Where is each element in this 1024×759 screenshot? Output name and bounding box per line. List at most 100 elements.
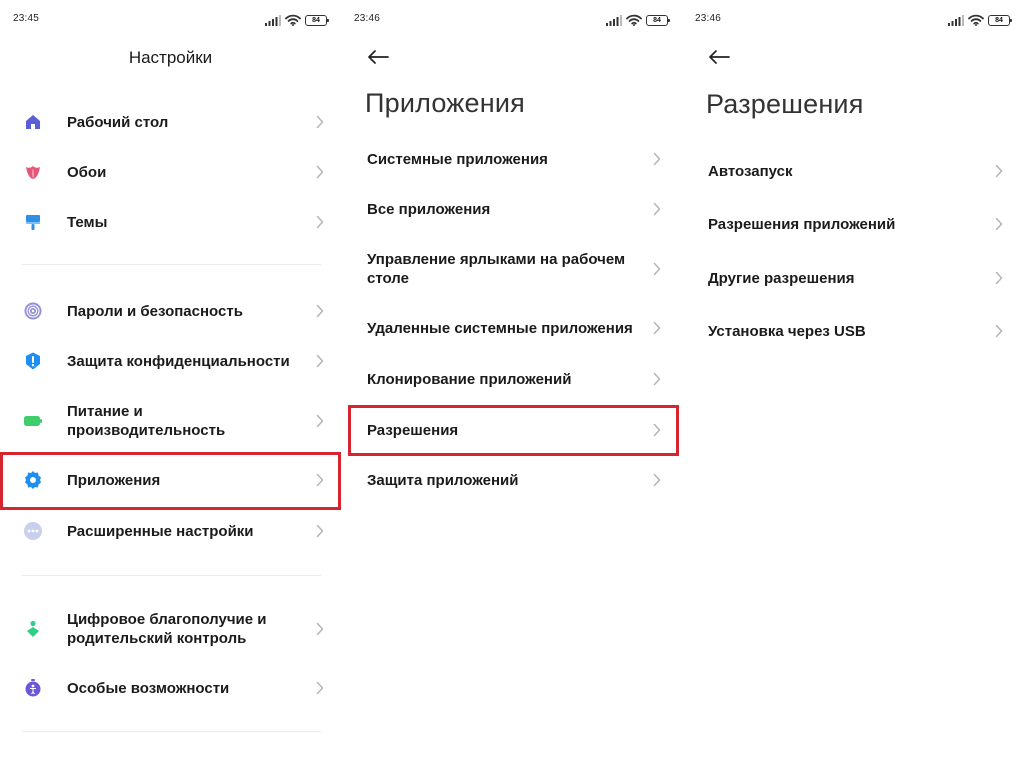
battery-icon	[22, 410, 44, 432]
chevron-right-icon	[316, 354, 324, 368]
gear-icon	[22, 469, 44, 491]
page-title: Разрешения	[706, 89, 864, 119]
chevron-right-icon	[316, 681, 324, 695]
back-arrow-icon	[708, 49, 730, 65]
chevron-right-icon	[653, 262, 661, 276]
settings-item-apps[interactable]: Приложения	[0, 468, 341, 492]
wifi-icon	[968, 14, 984, 26]
settings-item-label: Расширенные настройки	[67, 522, 254, 540]
permissions-item-label: Другие разрешения	[708, 269, 855, 287]
privacy-shield-icon	[22, 350, 44, 372]
settings-screen: 23:45 84 Настройки Рабочий стол Обои Тем…	[0, 0, 341, 759]
wellbeing-icon	[22, 618, 44, 640]
apps-item-permissions[interactable]: Разрешения	[341, 418, 682, 442]
apps-item-system-apps[interactable]: Системные приложения	[341, 147, 682, 171]
brush-icon	[22, 211, 44, 233]
settings-item-wallpaper[interactable]: Обои	[0, 160, 341, 184]
signal-icon	[948, 15, 964, 26]
chevron-right-icon	[316, 473, 324, 487]
permissions-item-app-permissions[interactable]: Разрешения приложений	[682, 212, 1024, 236]
status-bar: 23:46 84	[682, 13, 1024, 29]
chevron-right-icon	[316, 215, 324, 229]
settings-item-themes[interactable]: Темы	[0, 210, 341, 234]
wifi-icon	[626, 14, 642, 26]
accessibility-icon	[22, 677, 44, 699]
chevron-right-icon	[653, 372, 661, 386]
status-bar: 23:45 84	[0, 13, 341, 29]
settings-item-passwords-security[interactable]: Пароли и безопасность	[0, 299, 341, 323]
permissions-item-label: Автозапуск	[708, 162, 793, 180]
permissions-item-install-via-usb[interactable]: Установка через USB	[682, 319, 1024, 343]
apps-item-label: Системные приложения	[367, 150, 548, 168]
settings-item-digital-wellbeing[interactable]: Цифровое благополучие и родительский кон…	[0, 609, 341, 649]
settings-item-label: Питание и производительность	[67, 403, 226, 439]
status-bar: 23:46 84	[341, 13, 682, 29]
settings-item-label: Рабочий стол	[67, 113, 169, 131]
section-divider	[22, 264, 321, 265]
chevron-right-icon	[995, 271, 1003, 285]
status-time: 23:45	[13, 13, 40, 24]
permissions-item-label: Разрешения приложений	[708, 215, 896, 233]
signal-icon	[606, 15, 622, 26]
apps-screen: 23:46 84 Приложения Системные приложения…	[341, 0, 682, 759]
apps-item-app-lock[interactable]: Защита приложений	[341, 468, 682, 492]
settings-item-desktop[interactable]: Рабочий стол	[0, 110, 341, 134]
settings-item-battery-performance[interactable]: Питание и производительность	[0, 401, 341, 441]
apps-item-all-apps[interactable]: Все приложения	[341, 197, 682, 221]
chevron-right-icon	[995, 217, 1003, 231]
page-title: Приложения	[365, 88, 525, 118]
chevron-right-icon	[316, 622, 324, 636]
chevron-right-icon	[995, 164, 1003, 178]
wifi-icon	[285, 14, 301, 26]
battery-indicator: 84	[988, 14, 1012, 26]
settings-item-label: Темы	[67, 213, 108, 231]
chevron-right-icon	[316, 304, 324, 318]
settings-item-label: Обои	[67, 163, 107, 181]
apps-item-shortcuts[interactable]: Управление ярлыками на рабочем столе	[341, 249, 682, 289]
tulip-icon	[22, 161, 44, 183]
settings-item-label: Цифровое благополучие и родительский кон…	[67, 611, 267, 647]
chevron-right-icon	[316, 115, 324, 129]
apps-item-label: Управление ярлыками на рабочем столе	[367, 251, 626, 287]
battery-indicator: 84	[646, 14, 670, 26]
apps-item-label: Защита приложений	[367, 471, 519, 489]
section-divider	[22, 731, 321, 732]
chevron-right-icon	[653, 423, 661, 437]
section-divider	[22, 575, 321, 576]
back-button[interactable]	[706, 46, 732, 68]
chevron-right-icon	[316, 524, 324, 538]
page-title: Настройки	[128, 48, 213, 67]
chevron-right-icon	[995, 324, 1003, 338]
back-button[interactable]	[365, 46, 391, 68]
settings-item-advanced[interactable]: Расширенные настройки	[0, 519, 341, 543]
permissions-item-autostart[interactable]: Автозапуск	[682, 159, 1024, 183]
status-time: 23:46	[354, 13, 381, 24]
apps-item-removed-system-apps[interactable]: Удаленные системные приложения	[341, 316, 682, 340]
permissions-item-other-permissions[interactable]: Другие разрешения	[682, 266, 1024, 290]
permissions-item-label: Установка через USB	[708, 322, 866, 340]
chevron-right-icon	[316, 414, 324, 428]
apps-item-label: Разрешения	[367, 421, 459, 439]
chevron-right-icon	[316, 165, 324, 179]
fingerprint-icon	[22, 300, 44, 322]
apps-item-label: Все приложения	[367, 200, 491, 218]
home-icon	[22, 111, 44, 133]
back-arrow-icon	[367, 49, 389, 65]
status-time: 23:46	[695, 13, 722, 24]
settings-item-label: Пароли и безопасность	[67, 302, 243, 320]
settings-item-accessibility[interactable]: Особые возможности	[0, 676, 341, 700]
more-dots-icon	[22, 520, 44, 542]
signal-icon	[265, 15, 281, 26]
chevron-right-icon	[653, 202, 661, 216]
settings-item-label: Приложения	[67, 471, 161, 489]
settings-item-privacy[interactable]: Защита конфиденциальности	[0, 349, 341, 373]
permissions-screen: 23:46 84 Разрешения Автозапуск Разрешени…	[682, 0, 1024, 759]
apps-item-dual-apps[interactable]: Клонирование приложений	[341, 367, 682, 391]
settings-item-label: Защита конфиденциальности	[67, 352, 290, 370]
chevron-right-icon	[653, 152, 661, 166]
battery-indicator: 84	[305, 14, 329, 26]
settings-item-label: Особые возможности	[67, 679, 230, 697]
chevron-right-icon	[653, 321, 661, 335]
apps-item-label: Клонирование приложений	[367, 370, 572, 388]
chevron-right-icon	[653, 473, 661, 487]
